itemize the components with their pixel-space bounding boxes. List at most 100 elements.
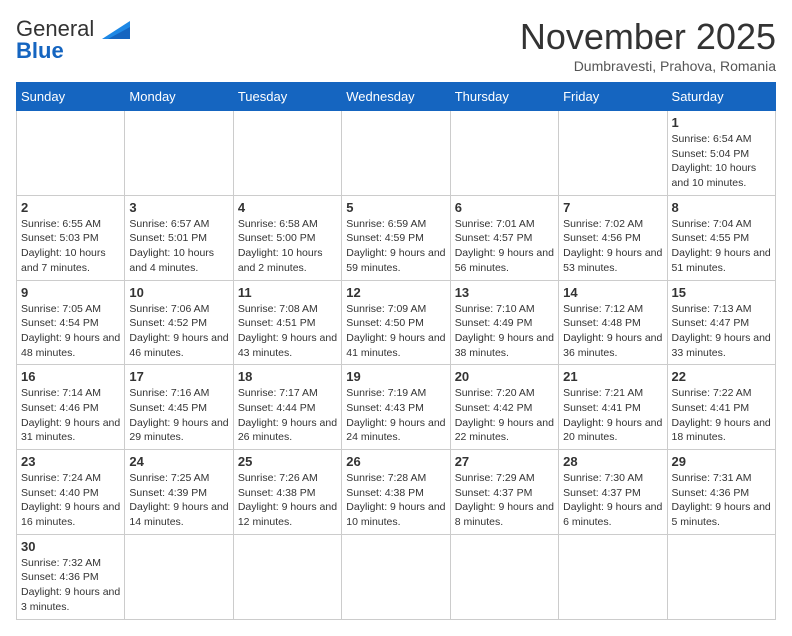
calendar-cell: 7 Sunrise: 7:02 AM Sunset: 4:56 PM Daylig… (559, 195, 667, 280)
calendar-cell: 30Sunrise: 7:32 AM Sunset: 4:36 PM Dayli… (17, 534, 125, 619)
day-number: 26 (346, 454, 445, 469)
day-info: Sunrise: 7:12 AM Sunset: 4:48 PM Dayligh… (563, 302, 662, 361)
calendar-cell: 16Sunrise: 7:14 AM Sunset: 4:46 PM Dayli… (17, 365, 125, 450)
calendar-cell (559, 111, 667, 196)
logo-blue: Blue (16, 38, 64, 64)
week-row-2: 2 Sunrise: 6:55 AM Sunset: 5:03 PM Daylig… (17, 195, 776, 280)
day-number: 29 (672, 454, 771, 469)
calendar-cell: 25 Sunrise: 7:26 AM Sunset: 4:38 PM Dayli… (233, 450, 341, 535)
day-number: 23 (21, 454, 120, 469)
week-row-6: 30Sunrise: 7:32 AM Sunset: 4:36 PM Dayli… (17, 534, 776, 619)
calendar-cell: 1Sunrise: 6:54 AM Sunset: 5:04 PM Daylig… (667, 111, 775, 196)
calendar-cell: 22Sunrise: 7:22 AM Sunset: 4:41 PM Dayli… (667, 365, 775, 450)
calendar-cell: 23 Sunrise: 7:24 AM Sunset: 4:40 PM Dayli… (17, 450, 125, 535)
calendar-cell: 3Sunrise: 6:57 AM Sunset: 5:01 PM Daylig… (125, 195, 233, 280)
calendar-cell (125, 111, 233, 196)
day-number: 6 (455, 200, 554, 215)
day-info: Sunrise: 7:02 AM Sunset: 4:56 PM Dayligh… (563, 217, 662, 276)
day-info: Sunrise: 6:58 AM Sunset: 5:00 PM Dayligh… (238, 217, 337, 276)
day-info: Sunrise: 7:22 AM Sunset: 4:41 PM Dayligh… (672, 386, 771, 445)
calendar-cell: 14Sunrise: 7:12 AM Sunset: 4:48 PM Dayli… (559, 280, 667, 365)
calendar-cell: 15 Sunrise: 7:13 AM Sunset: 4:47 PM Dayli… (667, 280, 775, 365)
calendar-cell (342, 534, 450, 619)
day-info: Sunrise: 7:16 AM Sunset: 4:45 PM Dayligh… (129, 386, 228, 445)
calendar: SundayMondayTuesdayWednesdayThursdayFrid… (16, 82, 776, 620)
day-info: Sunrise: 7:25 AM Sunset: 4:39 PM Dayligh… (129, 471, 228, 530)
calendar-header-friday: Friday (559, 83, 667, 111)
calendar-cell (450, 111, 558, 196)
calendar-cell: 9Sunrise: 7:05 AM Sunset: 4:54 PM Daylig… (17, 280, 125, 365)
month-title: November 2025 (520, 16, 776, 58)
calendar-cell: 13 Sunrise: 7:10 AM Sunset: 4:49 PM Dayli… (450, 280, 558, 365)
day-info: Sunrise: 7:19 AM Sunset: 4:43 PM Dayligh… (346, 386, 445, 445)
calendar-cell: 10 Sunrise: 7:06 AM Sunset: 4:52 PM Dayli… (125, 280, 233, 365)
location: Dumbravesti, Prahova, Romania (520, 58, 776, 74)
day-info: Sunrise: 7:17 AM Sunset: 4:44 PM Dayligh… (238, 386, 337, 445)
calendar-cell (125, 534, 233, 619)
calendar-cell (17, 111, 125, 196)
calendar-cell: 5Sunrise: 6:59 AM Sunset: 4:59 PM Daylig… (342, 195, 450, 280)
day-info: Sunrise: 7:29 AM Sunset: 4:37 PM Dayligh… (455, 471, 554, 530)
calendar-cell: 2 Sunrise: 6:55 AM Sunset: 5:03 PM Daylig… (17, 195, 125, 280)
calendar-cell: 6 Sunrise: 7:01 AM Sunset: 4:57 PM Daylig… (450, 195, 558, 280)
day-number: 7 (563, 200, 662, 215)
calendar-header-wednesday: Wednesday (342, 83, 450, 111)
week-row-5: 23 Sunrise: 7:24 AM Sunset: 4:40 PM Dayli… (17, 450, 776, 535)
day-info: Sunrise: 7:10 AM Sunset: 4:49 PM Dayligh… (455, 302, 554, 361)
day-info: Sunrise: 6:55 AM Sunset: 5:03 PM Dayligh… (21, 217, 120, 276)
day-info: Sunrise: 7:26 AM Sunset: 4:38 PM Dayligh… (238, 471, 337, 530)
calendar-cell: 11 Sunrise: 7:08 AM Sunset: 4:51 PM Dayli… (233, 280, 341, 365)
calendar-cell: 26 Sunrise: 7:28 AM Sunset: 4:38 PM Dayli… (342, 450, 450, 535)
week-row-3: 9Sunrise: 7:05 AM Sunset: 4:54 PM Daylig… (17, 280, 776, 365)
calendar-header-thursday: Thursday (450, 83, 558, 111)
day-info: Sunrise: 7:24 AM Sunset: 4:40 PM Dayligh… (21, 471, 120, 530)
day-number: 19 (346, 369, 445, 384)
day-number: 12 (346, 285, 445, 300)
day-number: 10 (129, 285, 228, 300)
day-info: Sunrise: 7:31 AM Sunset: 4:36 PM Dayligh… (672, 471, 771, 530)
calendar-cell: 21Sunrise: 7:21 AM Sunset: 4:41 PM Dayli… (559, 365, 667, 450)
day-info: Sunrise: 7:04 AM Sunset: 4:55 PM Dayligh… (672, 217, 771, 276)
logo: General Blue (16, 16, 134, 64)
day-info: Sunrise: 7:01 AM Sunset: 4:57 PM Dayligh… (455, 217, 554, 276)
day-number: 15 (672, 285, 771, 300)
day-number: 13 (455, 285, 554, 300)
calendar-cell (233, 534, 341, 619)
calendar-cell: 24 Sunrise: 7:25 AM Sunset: 4:39 PM Dayli… (125, 450, 233, 535)
day-number: 18 (238, 369, 337, 384)
logo-icon (98, 17, 134, 41)
day-number: 4 (238, 200, 337, 215)
calendar-cell: 29 Sunrise: 7:31 AM Sunset: 4:36 PM Dayli… (667, 450, 775, 535)
day-info: Sunrise: 7:28 AM Sunset: 4:38 PM Dayligh… (346, 471, 445, 530)
calendar-cell: 28Sunrise: 7:30 AM Sunset: 4:37 PM Dayli… (559, 450, 667, 535)
calendar-header-row: SundayMondayTuesdayWednesdayThursdayFrid… (17, 83, 776, 111)
day-info: Sunrise: 7:32 AM Sunset: 4:36 PM Dayligh… (21, 556, 120, 615)
day-number: 20 (455, 369, 554, 384)
title-block: November 2025 Dumbravesti, Prahova, Roma… (520, 16, 776, 74)
day-number: 11 (238, 285, 337, 300)
day-info: Sunrise: 7:05 AM Sunset: 4:54 PM Dayligh… (21, 302, 120, 361)
day-number: 2 (21, 200, 120, 215)
day-info: Sunrise: 7:09 AM Sunset: 4:50 PM Dayligh… (346, 302, 445, 361)
day-info: Sunrise: 7:14 AM Sunset: 4:46 PM Dayligh… (21, 386, 120, 445)
day-number: 24 (129, 454, 228, 469)
calendar-cell: 20Sunrise: 7:20 AM Sunset: 4:42 PM Dayli… (450, 365, 558, 450)
calendar-header-tuesday: Tuesday (233, 83, 341, 111)
day-info: Sunrise: 7:13 AM Sunset: 4:47 PM Dayligh… (672, 302, 771, 361)
calendar-cell: 19 Sunrise: 7:19 AM Sunset: 4:43 PM Dayli… (342, 365, 450, 450)
day-info: Sunrise: 7:06 AM Sunset: 4:52 PM Dayligh… (129, 302, 228, 361)
calendar-cell: 8Sunrise: 7:04 AM Sunset: 4:55 PM Daylig… (667, 195, 775, 280)
day-info: Sunrise: 7:08 AM Sunset: 4:51 PM Dayligh… (238, 302, 337, 361)
calendar-cell: 17Sunrise: 7:16 AM Sunset: 4:45 PM Dayli… (125, 365, 233, 450)
calendar-cell (559, 534, 667, 619)
day-info: Sunrise: 7:30 AM Sunset: 4:37 PM Dayligh… (563, 471, 662, 530)
day-number: 25 (238, 454, 337, 469)
day-number: 21 (563, 369, 662, 384)
day-number: 27 (455, 454, 554, 469)
calendar-cell (233, 111, 341, 196)
day-info: Sunrise: 6:57 AM Sunset: 5:01 PM Dayligh… (129, 217, 228, 276)
calendar-header-saturday: Saturday (667, 83, 775, 111)
day-info: Sunrise: 6:54 AM Sunset: 5:04 PM Dayligh… (672, 132, 771, 191)
day-number: 5 (346, 200, 445, 215)
calendar-cell: 12 Sunrise: 7:09 AM Sunset: 4:50 PM Dayli… (342, 280, 450, 365)
